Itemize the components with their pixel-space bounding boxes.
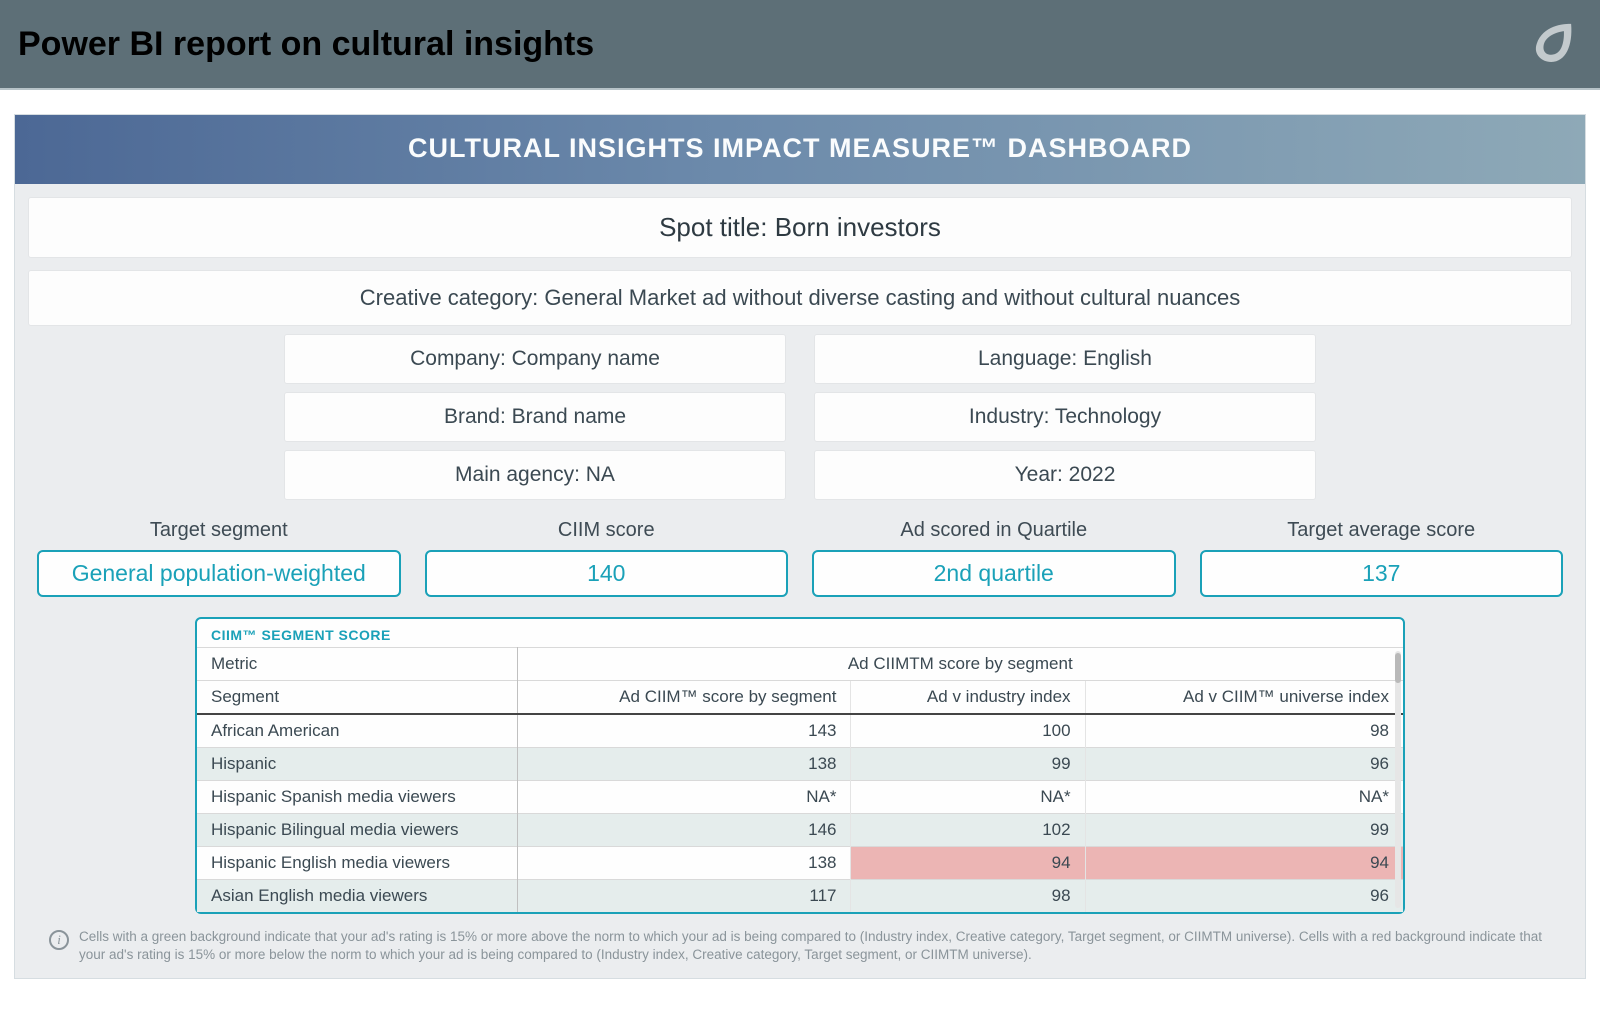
data-cell: NA* — [851, 781, 1085, 814]
footnote: i Cells with a green background indicate… — [15, 922, 1585, 970]
segment-name-cell: Asian English media viewers — [197, 880, 517, 913]
data-cell: 96 — [1085, 748, 1403, 781]
brand-card: Brand: Brand name — [285, 393, 785, 441]
metric-label-cell: Metric — [197, 648, 517, 681]
table-row: Hispanic English media viewers1389494 — [197, 847, 1403, 880]
score-value: General population-weighted — [37, 550, 401, 597]
col-header: Ad v industry index — [851, 681, 1085, 715]
page-title: Power BI report on cultural insights — [18, 25, 594, 64]
page-header: Power BI report on cultural insights — [0, 0, 1600, 90]
language-card: Language: English — [815, 335, 1315, 383]
data-cell: 99 — [1085, 814, 1403, 847]
table-row: Asian English media viewers1179896 — [197, 880, 1403, 913]
data-cell: 96 — [1085, 880, 1403, 913]
score-value: 137 — [1200, 550, 1564, 597]
segment-table: Metric Ad CIIMTM score by segment Segmen… — [197, 647, 1403, 912]
metric-header-row: Metric Ad CIIMTM score by segment — [197, 648, 1403, 681]
data-cell: 102 — [851, 814, 1085, 847]
score-label: CIIM score — [425, 519, 789, 542]
industry-card: Industry: Technology — [815, 393, 1315, 441]
data-cell: 99 — [851, 748, 1085, 781]
data-cell: 143 — [517, 714, 851, 748]
leaf-logo-icon — [1524, 13, 1582, 76]
score-label: Target average score — [1200, 519, 1564, 542]
data-cell: 117 — [517, 880, 851, 913]
col-header: Ad v CIIM™ universe index — [1085, 681, 1403, 715]
footnote-text: Cells with a green background indicate t… — [79, 928, 1551, 964]
table-scrollbar[interactable] — [1395, 651, 1401, 908]
segment-header-cell: Segment — [197, 681, 517, 715]
score-value: 140 — [425, 550, 789, 597]
score-cards-row: Target segment General population-weight… — [15, 499, 1585, 607]
year-card: Year: 2022 — [815, 451, 1315, 499]
dashboard-title: CULTURAL INSIGHTS IMPACT MEASURE™ DASHBO… — [15, 115, 1585, 184]
segment-score-table: CIIM™ SEGMENT SCORE Metric Ad CIIMTM sco… — [195, 617, 1405, 914]
score-quartile: Ad scored in Quartile 2nd quartile — [812, 519, 1176, 597]
data-cell: NA* — [1085, 781, 1403, 814]
meta-row-2: Brand: Brand name Industry: Technology — [15, 393, 1585, 441]
data-cell: 138 — [517, 847, 851, 880]
segment-name-cell: Hispanic Spanish media viewers — [197, 781, 517, 814]
data-cell: 100 — [851, 714, 1085, 748]
segment-name-cell: Hispanic — [197, 748, 517, 781]
segment-name-cell: Hispanic English media viewers — [197, 847, 517, 880]
segment-name-cell: Hispanic Bilingual media viewers — [197, 814, 517, 847]
table-title: CIIM™ SEGMENT SCORE — [197, 625, 1403, 647]
column-header-row: Segment Ad CIIM™ score by segment Ad v i… — [197, 681, 1403, 715]
table-row: African American14310098 — [197, 714, 1403, 748]
score-ciim: CIIM score 140 — [425, 519, 789, 597]
table-row: Hispanic1389996 — [197, 748, 1403, 781]
data-cell: NA* — [517, 781, 851, 814]
data-cell: 98 — [1085, 714, 1403, 748]
agency-card: Main agency: NA — [285, 451, 785, 499]
creative-category-card: Creative category: General Market ad wit… — [29, 271, 1571, 325]
score-target-segment: Target segment General population-weight… — [37, 519, 401, 597]
meta-row-1: Company: Company name Language: English — [15, 335, 1585, 383]
table-row: Hispanic Bilingual media viewers14610299 — [197, 814, 1403, 847]
company-card: Company: Company name — [285, 335, 785, 383]
data-cell: 138 — [517, 748, 851, 781]
data-cell: 94 — [1085, 847, 1403, 880]
data-cell: 94 — [851, 847, 1085, 880]
segment-name-cell: African American — [197, 714, 517, 748]
score-target-avg: Target average score 137 — [1200, 519, 1564, 597]
score-value: 2nd quartile — [812, 550, 1176, 597]
score-label: Ad scored in Quartile — [812, 519, 1176, 542]
meta-row-3: Main agency: NA Year: 2022 — [15, 451, 1585, 499]
metric-group-cell: Ad CIIMTM score by segment — [517, 648, 1403, 681]
col-header: Ad CIIM™ score by segment — [517, 681, 851, 715]
data-cell: 146 — [517, 814, 851, 847]
spot-title-card: Spot title: Born investors — [29, 198, 1571, 257]
data-cell: 98 — [851, 880, 1085, 913]
info-icon: i — [49, 930, 69, 950]
score-label: Target segment — [37, 519, 401, 542]
table-row: Hispanic Spanish media viewersNA*NA*NA* — [197, 781, 1403, 814]
dashboard-container: CULTURAL INSIGHTS IMPACT MEASURE™ DASHBO… — [14, 114, 1586, 979]
